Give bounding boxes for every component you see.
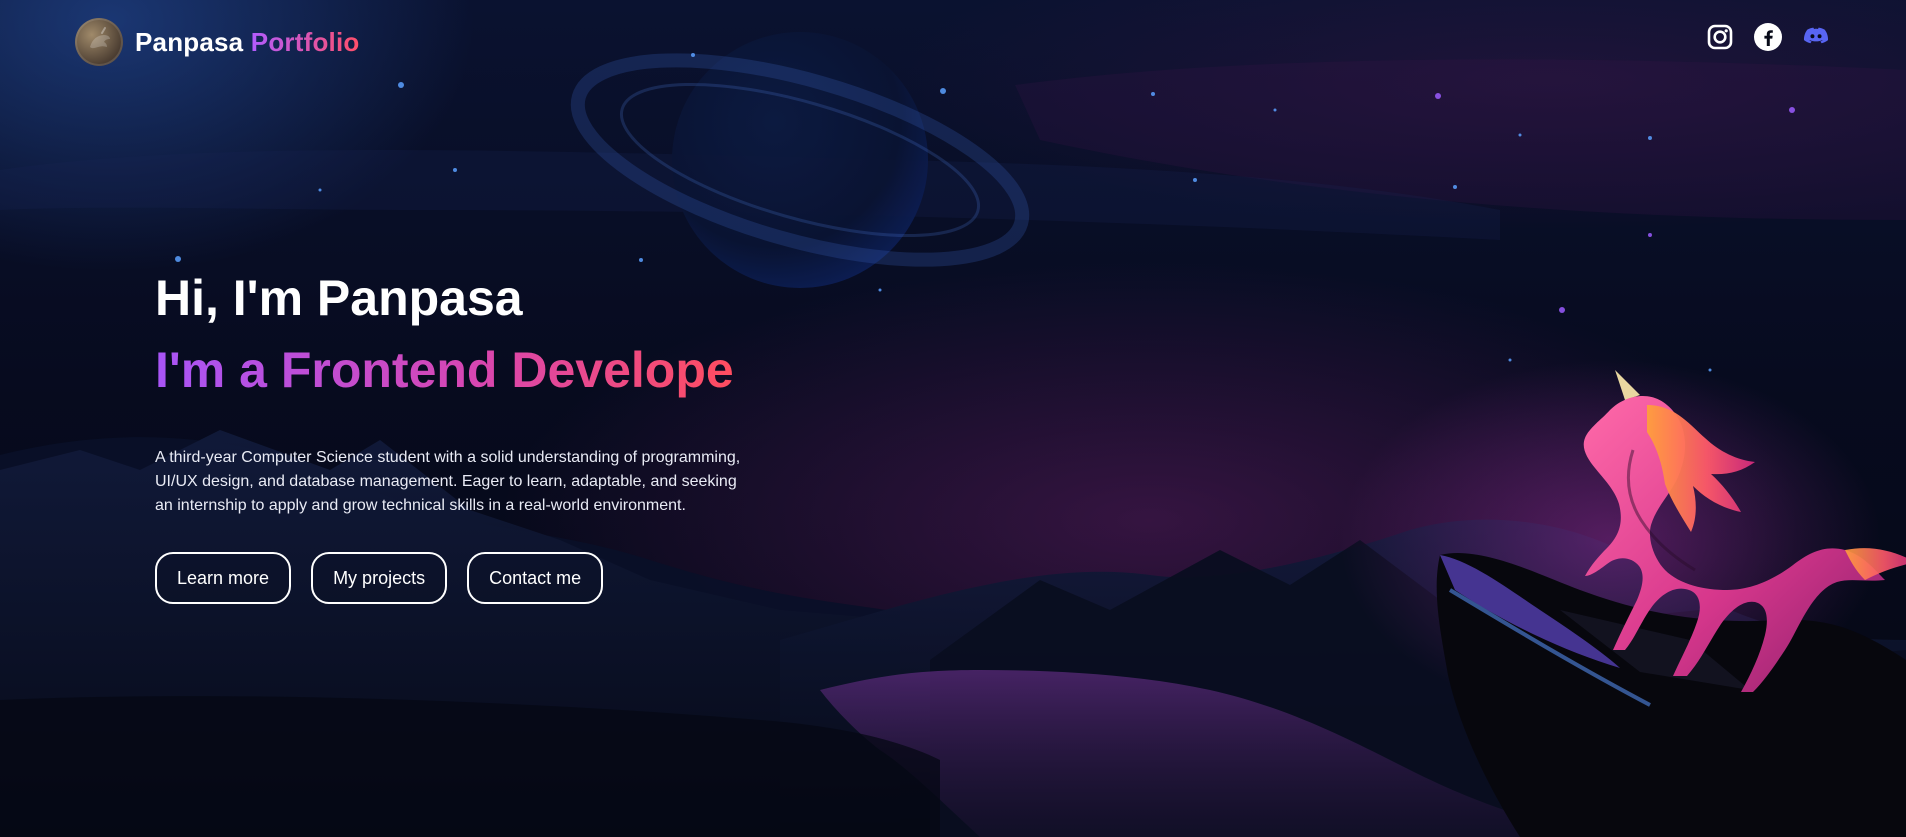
hero-role: I'm a Frontend Develope bbox=[155, 342, 734, 398]
social-links bbox=[1705, 22, 1831, 52]
facebook-icon[interactable] bbox=[1753, 22, 1783, 52]
my-projects-button[interactable]: My projects bbox=[311, 552, 448, 604]
discord-icon[interactable] bbox=[1801, 22, 1831, 52]
contact-me-button[interactable]: Contact me bbox=[467, 552, 604, 604]
hero-greeting: Hi, I'm Panpasa bbox=[155, 270, 523, 326]
instagram-icon[interactable] bbox=[1705, 22, 1735, 52]
brand-second: Portfolio bbox=[250, 26, 360, 57]
unicorn-avatar-icon[interactable] bbox=[75, 18, 123, 66]
hero-content: Hi, I'm Panpasa I'm a Frontend Develope … bbox=[155, 270, 755, 604]
brand-first: Panpasa bbox=[135, 26, 244, 57]
learn-more-button[interactable]: Learn more bbox=[155, 552, 292, 604]
hero-page: Panpasa Portfolio Hi, I'm Panpasa I'm a … bbox=[0, 0, 1906, 837]
hero-actions: Learn more My projects Contact me bbox=[155, 552, 755, 604]
hero-description: A third-year Computer Science student wi… bbox=[155, 449, 741, 514]
site-header: Panpasa Portfolio bbox=[75, 18, 359, 66]
site-brand[interactable]: Panpasa Portfolio bbox=[135, 27, 359, 58]
